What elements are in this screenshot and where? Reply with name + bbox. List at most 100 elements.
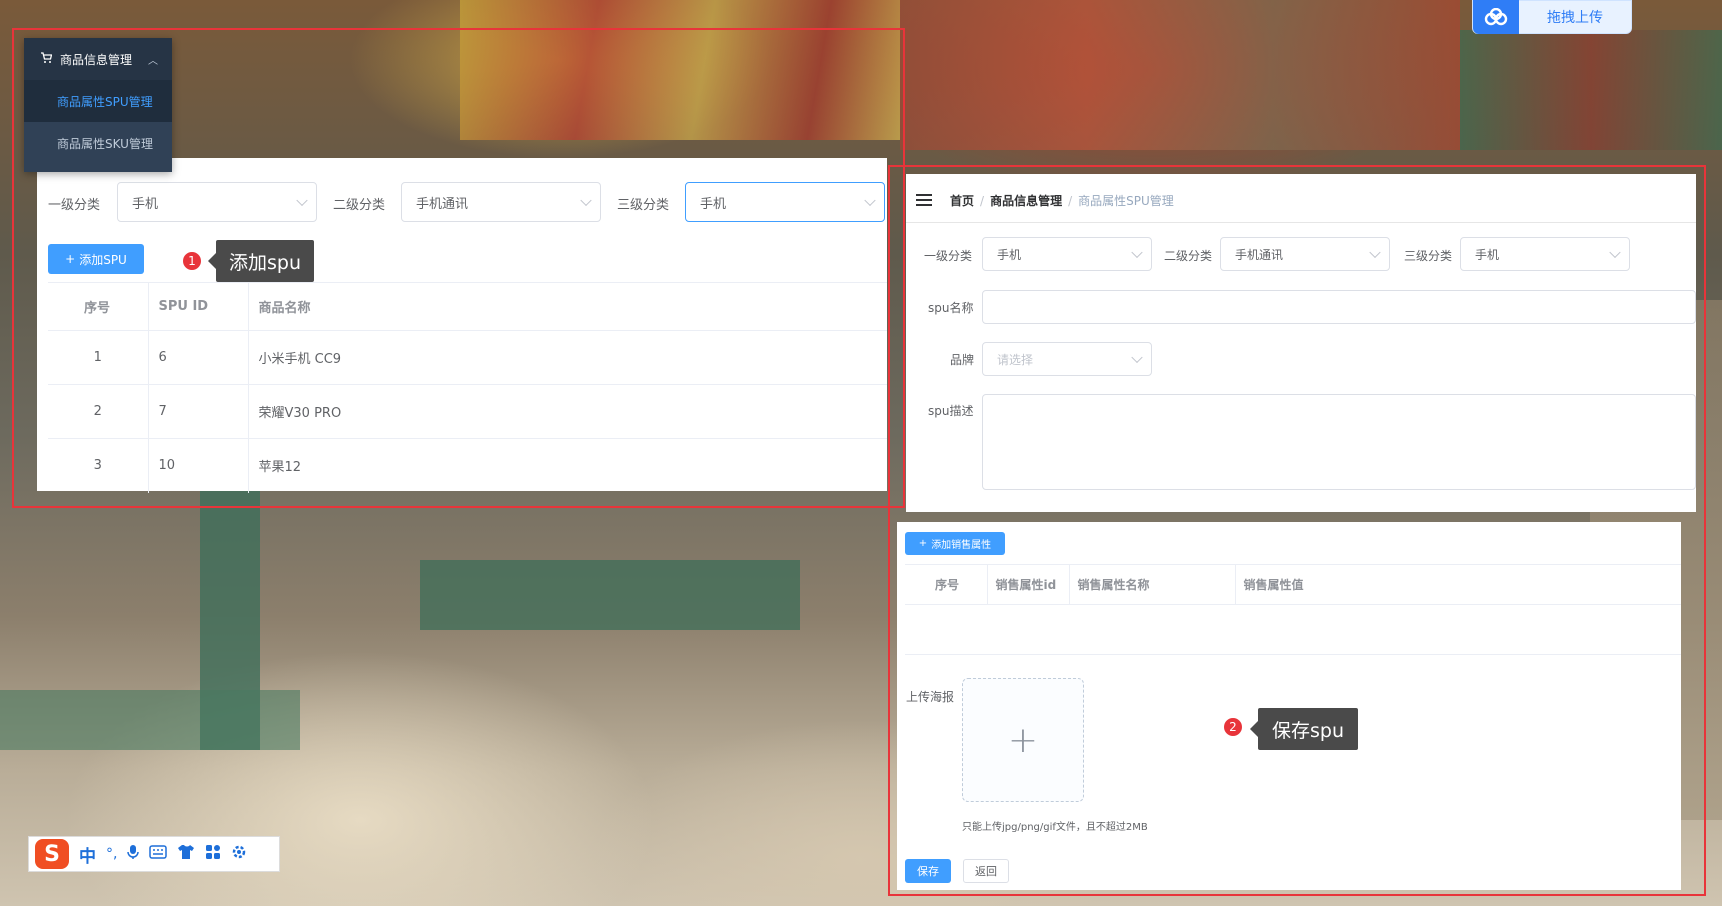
table-row[interactable]: 2 7 荣耀V30 PRO (48, 384, 887, 439)
nav-item-sku[interactable]: 商品属性SKU管理 (24, 122, 172, 164)
nav-group-product-info[interactable]: 商品信息管理 ︿ (24, 38, 172, 80)
col-header: SPU ID (148, 282, 249, 331)
add-spu-button[interactable]: + 添加SPU (48, 244, 144, 274)
microphone-icon[interactable] (127, 844, 140, 864)
annotation-tooltip-2: 保存spu (1258, 708, 1358, 750)
filter-select-level2[interactable]: 手机通讯 (1220, 237, 1390, 271)
select-value: 手机 (132, 196, 159, 212)
col-header: 销售属性id (987, 564, 1070, 605)
chevron-up-icon: ︿ (148, 55, 159, 67)
spu-attr-card: + 添加销售属性 序号 销售属性id 销售属性名称 销售属性值 上传海报 + 只… (897, 522, 1681, 890)
header-divider (906, 222, 1696, 223)
spu-name-label: spu名称 (928, 301, 974, 315)
ime-toolbar: S 中 °, (28, 836, 280, 872)
cell-product-name: 小米手机 CC9 (248, 330, 887, 385)
filter-label-level3: 三级分类 (617, 198, 670, 213)
select-value: 手机 (1475, 247, 1500, 262)
cart-icon (40, 51, 53, 67)
sogou-logo-icon[interactable]: S (35, 839, 69, 869)
drag-upload-widget[interactable]: 拖拽上传 (1472, 0, 1632, 34)
filter-select-level3[interactable]: 手机 (1460, 237, 1630, 271)
select-value: 手机通讯 (416, 196, 469, 212)
empty-row (905, 604, 1681, 655)
nav-submenu: 商品信息管理 ︿ 商品属性SPU管理 商品属性SKU管理 (24, 38, 172, 172)
back-button[interactable]: 返回 (963, 859, 1009, 883)
plus-icon: + (65, 252, 76, 266)
cell-index: 1 (48, 330, 149, 385)
filter-label-level3: 三级分类 (1404, 249, 1453, 263)
ime-mode[interactable]: 中 (79, 842, 96, 867)
cloud-icon (1473, 0, 1519, 34)
cell-spu-id: 7 (148, 384, 249, 439)
chevron-down-icon (1609, 246, 1621, 259)
table-row[interactable]: 1 6 小米手机 CC9 (48, 330, 887, 385)
cell-product-name: 苹果12 (258, 460, 302, 476)
spu-list-card: 一级分类 手机 二级分类 手机通讯 三级分类 手机 + 添加SPU 序号 SPU… (37, 158, 887, 493)
cell-spu-id: 10 (148, 438, 249, 493)
plus-icon: + (918, 538, 928, 549)
breadcrumb: 首页 / 商品信息管理 / 商品属性SPU管理 (950, 192, 1174, 209)
grid-apps-icon[interactable] (205, 844, 221, 864)
annotation-badge-2: 2 (1222, 716, 1244, 738)
chevron-down-icon (1131, 351, 1143, 364)
brand-placeholder: 请选择 (997, 352, 1034, 367)
drag-upload-label: 拖拽上传 (1547, 10, 1603, 26)
plus-icon: + (1007, 719, 1039, 761)
spu-table: 序号 SPU ID 商品名称 1 6 小米手机 CC9 2 7 荣耀V30 PR… (48, 282, 887, 493)
nav-item-label: 商品属性SPU管理 (57, 94, 153, 109)
spu-desc-label: spu描述 (928, 404, 974, 418)
back-label: 返回 (975, 865, 997, 878)
brand-select[interactable]: 请选择 (982, 342, 1152, 376)
nav-item-label: 商品属性SKU管理 (57, 136, 153, 151)
filter-label-level1: 一级分类 (48, 198, 101, 213)
filter-select-level1[interactable]: 手机 (117, 182, 317, 222)
annotation-tooltip-1: 添加spu (216, 240, 314, 282)
save-label: 保存 (917, 865, 939, 878)
add-spu-label: 添加SPU (79, 252, 127, 267)
col-header: 销售属性名称 (1069, 564, 1236, 605)
chevron-down-icon (580, 194, 592, 207)
table-row[interactable]: 3 10 苹果12 (48, 438, 887, 493)
col-header: 商品名称 (248, 282, 887, 331)
save-button[interactable]: 保存 (905, 859, 951, 883)
shirt-skin-icon[interactable] (177, 844, 195, 864)
breadcrumb-product-info[interactable]: 商品信息管理 (990, 192, 1062, 209)
upload-poster-label: 上传海报 (906, 690, 955, 704)
filter-label-level1: 一级分类 (924, 249, 973, 263)
add-sale-attr-label: 添加销售属性 (931, 540, 992, 551)
chevron-down-icon (1131, 246, 1143, 259)
chevron-down-icon (1369, 246, 1381, 259)
nav-item-spu[interactable]: 商品属性SPU管理 (24, 80, 172, 122)
col-header: 销售属性值 (1235, 564, 1681, 605)
col-header: 序号 (48, 282, 149, 331)
filter-select-level2[interactable]: 手机通讯 (401, 182, 601, 222)
chevron-down-icon (296, 194, 308, 207)
filter-label-level2: 二级分类 (333, 198, 386, 213)
upload-hint: 只能上传jpg/png/gif文件，且不超过2MB (962, 822, 1148, 833)
cell-product-name: 荣耀V30 PRO (248, 384, 887, 439)
nav-group-label: 商品信息管理 (60, 52, 133, 67)
spu-desc-textarea[interactable] (982, 394, 1696, 490)
hamburger-icon[interactable] (916, 194, 932, 206)
filter-label-level2: 二级分类 (1164, 249, 1213, 263)
brand-label: 品牌 (950, 353, 975, 367)
spu-name-input[interactable] (982, 290, 1696, 324)
settings-icon[interactable] (231, 844, 247, 864)
breadcrumb-home[interactable]: 首页 (950, 192, 974, 209)
filter-select-level3[interactable]: 手机 (685, 182, 885, 222)
filter-select-level1[interactable]: 手机 (982, 237, 1152, 271)
breadcrumb-current: 商品属性SPU管理 (1078, 194, 1174, 208)
col-header: 序号 (905, 564, 988, 605)
poster-upload-box[interactable]: + (962, 678, 1084, 802)
select-value: 手机 (700, 196, 727, 212)
keyboard-icon[interactable] (149, 845, 168, 863)
cell-index: 3 (48, 438, 149, 493)
add-sale-attr-button[interactable]: + 添加销售属性 (905, 532, 1005, 555)
select-value: 手机通讯 (1235, 247, 1284, 262)
chevron-down-icon (864, 194, 876, 207)
annotation-badge-1: 1 (181, 250, 203, 272)
select-value: 手机 (997, 247, 1022, 262)
spu-form-card: 首页 / 商品信息管理 / 商品属性SPU管理 一级分类 手机 二级分类 手机通… (906, 174, 1696, 512)
sale-attr-table: 序号 销售属性id 销售属性名称 销售属性值 (905, 564, 1681, 655)
ime-punct[interactable]: °, (106, 846, 117, 862)
